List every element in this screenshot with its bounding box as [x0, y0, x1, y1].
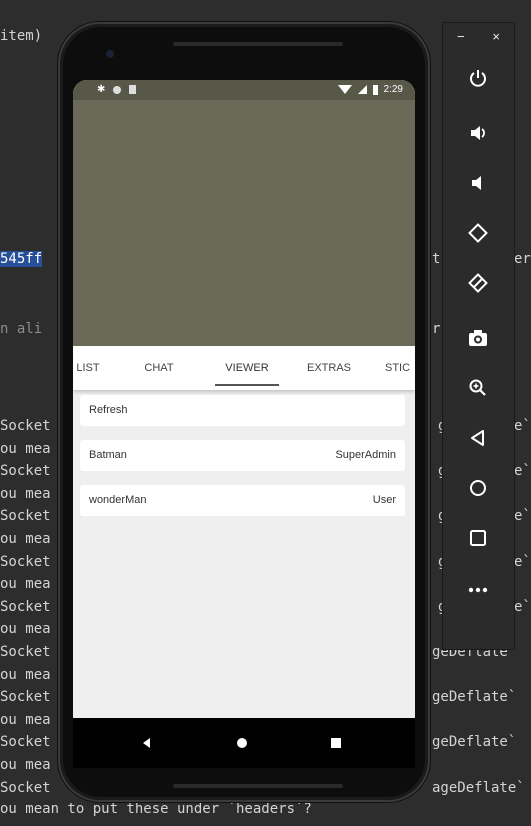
active-tab-indicator — [215, 384, 279, 386]
log-line-left: ou mea — [0, 757, 51, 773]
log-line-tail: e` — [514, 418, 531, 434]
back-button[interactable] — [463, 423, 493, 453]
code-last-line: ou mean to put these under `headers`? — [0, 801, 312, 817]
settings-icon: ✱ — [97, 84, 106, 95]
log-line-tail: e` — [514, 463, 531, 479]
tab-list[interactable]: LIST — [73, 346, 103, 390]
log-line-left: Socket — [0, 463, 51, 479]
log-line-left: ou mea — [0, 621, 51, 637]
code-err-right: er — [514, 251, 531, 267]
home-icon — [470, 480, 486, 496]
tab-label-list: LIST — [76, 362, 100, 374]
wifi-icon — [337, 85, 352, 94]
log-line-left: Socket — [0, 734, 51, 750]
screenshot-button[interactable] — [463, 323, 493, 353]
home-circle-icon — [237, 738, 247, 748]
log-line-left: Socket — [0, 644, 51, 660]
zoom-button[interactable] — [463, 373, 493, 403]
device-screen: ✱ 2:29 LIST CHAT VIEWER EXTRAS STIC Refr… — [73, 80, 415, 748]
top-speaker — [173, 42, 343, 46]
volume-down-button[interactable] — [463, 168, 493, 198]
rotate-left-button[interactable] — [463, 218, 493, 248]
log-line-tail: e` — [514, 599, 531, 615]
zoom-icon — [469, 379, 486, 396]
nav-home-button[interactable] — [237, 738, 247, 748]
code-hash-right: t — [432, 251, 441, 267]
refresh-button[interactable]: Refresh — [80, 395, 405, 426]
minimize-button[interactable]: − — [457, 29, 465, 44]
code-hash-fragment: 545ff — [0, 251, 43, 267]
power-button[interactable] — [463, 63, 493, 93]
log-line-tail: e` — [514, 554, 531, 570]
overview-button[interactable] — [463, 523, 493, 553]
viewer-name: Batman — [89, 449, 127, 461]
recents-square-icon — [331, 738, 341, 748]
camera-icon — [469, 330, 487, 346]
emulator-control-panel: − × — [442, 22, 515, 650]
log-line-left: Socket — [0, 599, 51, 615]
tab-label-stickers: STIC — [385, 362, 411, 374]
volume-up-icon — [471, 126, 485, 140]
rotate-right-icon — [468, 273, 488, 293]
tab-label-extras: EXTRAS — [306, 362, 351, 374]
front-camera — [106, 50, 114, 58]
nav-recents-button[interactable] — [331, 738, 341, 748]
close-button[interactable]: × — [492, 29, 500, 44]
log-line-left: ou mea — [0, 576, 51, 592]
code-line-top: item) — [0, 28, 43, 44]
tab-extras[interactable]: EXTRAS — [297, 346, 361, 390]
log-line-right: geDeflate` — [432, 689, 517, 705]
viewer-role: SuperAdmin — [335, 449, 396, 461]
refresh-label: Refresh — [89, 404, 128, 416]
sd-card-icon — [129, 85, 137, 94]
log-line-left: ou mea — [0, 712, 51, 728]
rotate-right-button[interactable] — [463, 268, 493, 298]
status-bar: ✱ 2:29 — [73, 80, 415, 100]
code-warn-right: r — [432, 321, 441, 337]
volume-down-icon — [472, 176, 481, 190]
log-line-right: geDeflate` — [432, 734, 517, 750]
video-player-area[interactable] — [73, 100, 415, 346]
viewer-name: wonderMan — [89, 494, 147, 506]
log-line-left: Socket — [0, 780, 51, 796]
viewer-row[interactable]: wonderMan User — [80, 485, 405, 516]
home-button[interactable] — [463, 473, 493, 503]
overview-icon — [470, 530, 486, 546]
more-icon — [468, 587, 488, 593]
tab-label-viewer: VIEWER — [225, 362, 269, 374]
tab-chat[interactable]: CHAT — [131, 346, 187, 390]
log-line-right: ageDeflate` — [432, 780, 525, 796]
bottom-speaker — [173, 784, 343, 788]
log-line-left: Socket — [0, 689, 51, 705]
power-icon — [470, 70, 486, 87]
android-nav-bar — [73, 718, 415, 768]
record-icon — [113, 85, 122, 94]
log-line-left: Socket — [0, 418, 51, 434]
nav-back-button[interactable] — [143, 738, 150, 748]
tab-stickers[interactable]: STIC — [385, 346, 415, 390]
log-line-left: ou mea — [0, 486, 51, 502]
volume-up-button[interactable] — [463, 118, 493, 148]
status-time: 2:29 — [383, 84, 403, 95]
code-warn-left: n ali — [0, 321, 43, 337]
back-triangle-icon — [143, 738, 150, 748]
log-line-left: ou mea — [0, 531, 51, 547]
log-line-tail: e` — [514, 508, 531, 524]
tab-viewer[interactable]: VIEWER — [215, 346, 279, 390]
rotate-left-icon — [468, 223, 488, 243]
viewer-row[interactable]: Batman SuperAdmin — [80, 440, 405, 471]
signal-icon — [357, 85, 367, 94]
tab-bar: LIST CHAT VIEWER EXTRAS STIC — [73, 346, 415, 390]
log-line-left: Socket — [0, 508, 51, 524]
log-line-left: ou mea — [0, 667, 51, 683]
viewer-role: User — [372, 494, 396, 506]
tab-label-chat: CHAT — [144, 362, 174, 374]
log-line-left: Socket — [0, 554, 51, 570]
back-icon — [471, 430, 484, 446]
log-line-left: ou mea — [0, 441, 51, 457]
more-button[interactable] — [463, 575, 493, 605]
battery-icon — [372, 84, 378, 95]
